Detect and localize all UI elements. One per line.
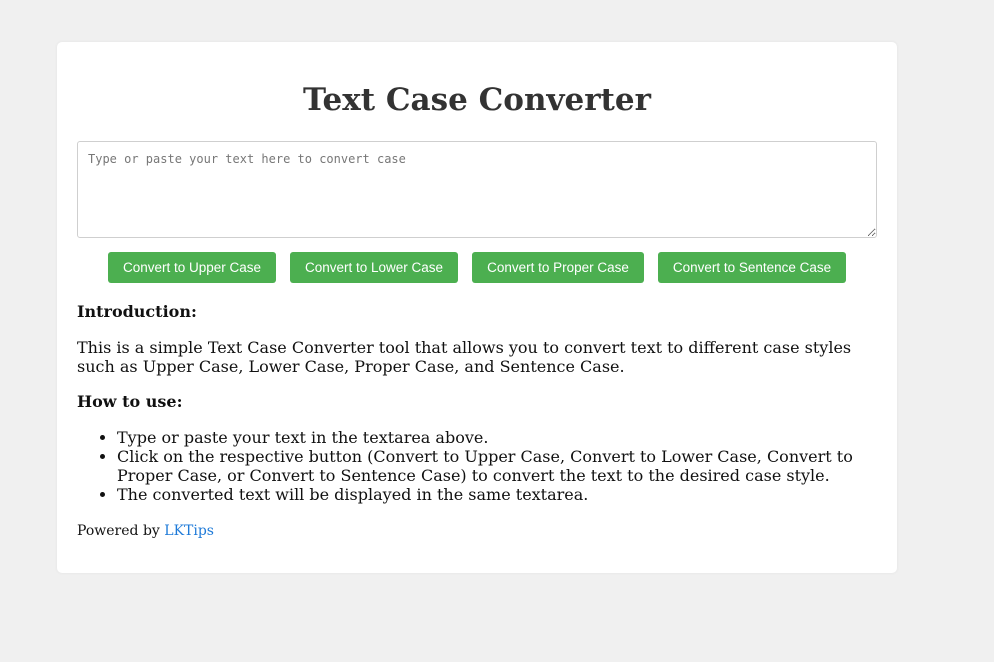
lktips-link[interactable]: LKTips: [164, 523, 214, 539]
proper-case-button[interactable]: Convert to Proper Case: [472, 252, 644, 283]
description-section: Introduction: This is a simple Text Case…: [77, 302, 877, 540]
list-item: Click on the respective button (Convert …: [117, 447, 877, 485]
button-row: Convert to Upper Case Convert to Lower C…: [57, 252, 897, 283]
page-title: Text Case Converter: [303, 82, 651, 118]
text-input[interactable]: [77, 141, 877, 238]
steps-list: Type or paste your text in the textarea …: [77, 428, 877, 504]
list-item: Type or paste your text in the textarea …: [117, 428, 877, 447]
list-item: The converted text will be displayed in …: [117, 485, 877, 504]
upper-case-button[interactable]: Convert to Upper Case: [108, 252, 276, 283]
intro-text: This is a simple Text Case Converter too…: [77, 338, 852, 376]
intro-heading: Introduction:: [77, 302, 197, 321]
powered-by: Powered by LKTips: [77, 522, 877, 540]
converter-card: Text Case Converter Convert to Upper Cas…: [57, 42, 897, 573]
powered-by-label: Powered by: [77, 523, 160, 539]
how-to-heading: How to use:: [77, 392, 183, 411]
lower-case-button[interactable]: Convert to Lower Case: [290, 252, 458, 283]
sentence-case-button[interactable]: Convert to Sentence Case: [658, 252, 846, 283]
